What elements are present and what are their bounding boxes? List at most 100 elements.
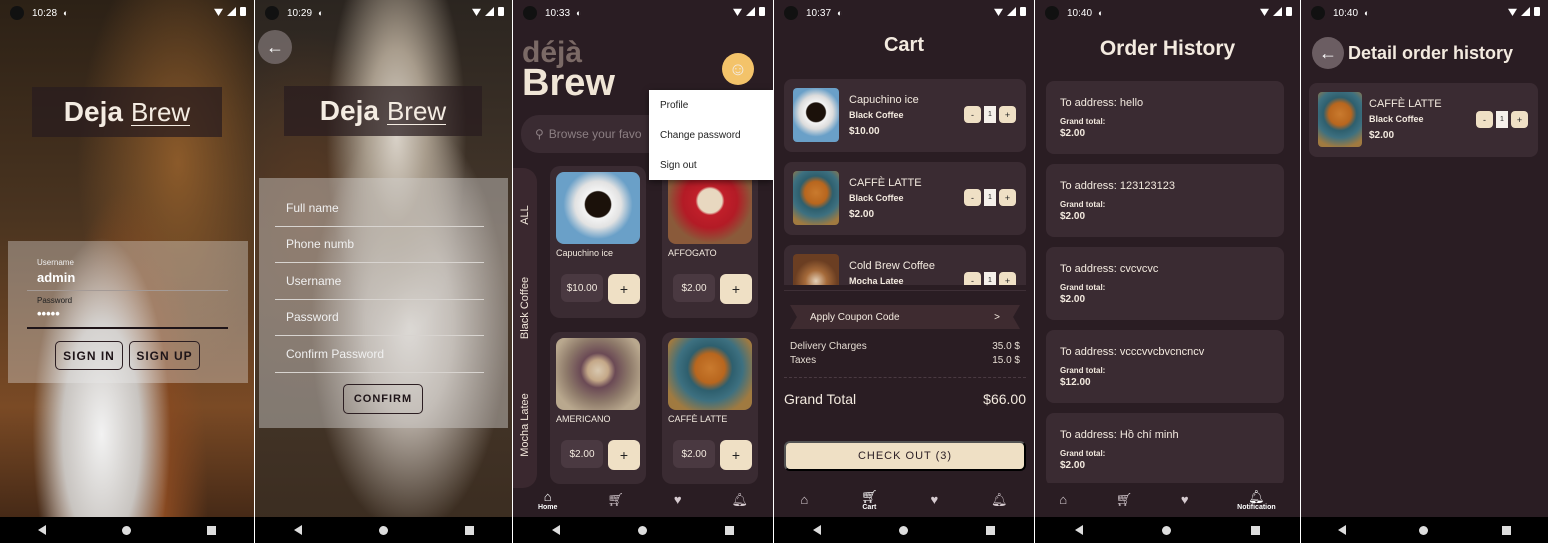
order-card[interactable]: To address: 123123123 Grand total: $2.00 (1046, 164, 1284, 237)
order-card[interactable]: To address: Hồ chí minh Grand total: $2.00 (1046, 413, 1284, 486)
nav-notifications[interactable]: 🔔︎ (991, 493, 1008, 507)
status-bar: 10:40 ◐ (1301, 0, 1548, 26)
system-home-icon[interactable] (638, 525, 647, 535)
add-to-cart-button[interactable]: + (720, 274, 752, 304)
system-recents-icon[interactable] (1251, 525, 1261, 535)
brand-brew: Brew (386, 95, 447, 126)
back-button[interactable]: ← (1312, 37, 1344, 69)
system-home-icon[interactable] (122, 525, 131, 535)
increase-button[interactable]: + (1511, 111, 1528, 128)
nav-home[interactable]: ⌂ (1059, 493, 1067, 507)
decrease-button[interactable]: - (964, 272, 981, 285)
menu-item-sign-out[interactable]: Sign out (649, 150, 773, 180)
system-back-icon[interactable] (38, 525, 46, 535)
quantity-value: 1 (984, 189, 996, 206)
order-card[interactable]: To address: hello Grand total: $2.00 (1046, 81, 1284, 154)
system-home-icon[interactable] (1419, 525, 1429, 535)
order-card[interactable]: To address: cvcvcvc Grand total: $2.00 (1046, 247, 1284, 320)
menu-item-profile[interactable]: Profile (649, 90, 773, 120)
system-back-icon[interactable] (552, 525, 560, 535)
quantity-stepper: -1 + (964, 106, 1016, 123)
increase-button[interactable]: + (999, 106, 1016, 123)
decrease-button[interactable]: - (964, 106, 981, 123)
checkout-button[interactable]: CHECK OUT (3) (784, 441, 1026, 471)
system-back-icon[interactable] (1337, 525, 1346, 535)
category-tab-black-coffee[interactable]: Black Coffee (513, 270, 537, 345)
product-card[interactable]: CAFFÈ LATTE $2.00 + (662, 332, 758, 484)
signup-screen: 10:29 ◐ ← Deja Brew Full name Phone numb … (255, 0, 512, 543)
full-name-field[interactable]: Full name (275, 191, 484, 227)
decrease-button[interactable]: - (964, 189, 981, 206)
nav-label: Notification (1237, 503, 1276, 511)
nav-home[interactable]: ⌂ Home (538, 489, 557, 511)
divider (784, 377, 1026, 378)
nav-favorites[interactable]: ♥ (1181, 493, 1189, 507)
capuchino-ice-image (793, 88, 839, 142)
nav-notifications[interactable]: 🔔︎ (731, 493, 748, 507)
system-back-icon[interactable] (1074, 525, 1083, 535)
search-icon: ⚲ (535, 127, 544, 141)
product-card[interactable]: AMERICANO $2.00 + (550, 332, 646, 484)
nav-favorites[interactable]: ♥ (674, 493, 682, 507)
category-tab-all[interactable]: ALL (513, 195, 537, 235)
system-nav-bar (0, 517, 254, 543)
system-home-icon[interactable] (1162, 525, 1172, 535)
taxes-row: Taxes 15.0 $ (790, 355, 1020, 366)
avatar[interactable]: ☺ (722, 53, 754, 85)
taxes-value: 15.0 $ (992, 355, 1020, 366)
cart-item: Capuchino ice Black Coffee $10.00 -1 + (784, 79, 1026, 152)
confirm-password-field[interactable]: Confirm Password (275, 337, 484, 373)
menu-item-change-password[interactable]: Change password (649, 120, 773, 150)
system-recents-icon[interactable] (725, 525, 734, 535)
order-address: To address: vcccvvcbvcncncv (1060, 346, 1205, 358)
back-button[interactable]: ← (258, 30, 292, 64)
password-field[interactable]: Password (275, 300, 484, 336)
system-nav-bar (1035, 517, 1300, 543)
status-bar: 10:29 ◐ (255, 0, 512, 26)
system-back-icon[interactable] (813, 525, 821, 535)
system-nav-bar (774, 517, 1034, 543)
apply-coupon-button[interactable]: Apply Coupon Code > (790, 305, 1020, 329)
order-history-screen: 10:40 ◐ Order History To address: hello Gr… (1035, 0, 1300, 543)
status-time: 10:37 (806, 7, 832, 19)
system-back-icon[interactable] (293, 525, 302, 535)
increase-button[interactable]: + (999, 189, 1016, 206)
add-to-cart-button[interactable]: + (720, 440, 752, 470)
username-field[interactable]: Username (275, 264, 484, 300)
confirm-button[interactable]: CONFIRM (343, 384, 423, 414)
add-to-cart-button[interactable]: + (608, 440, 640, 470)
nav-cart[interactable]: 🛒︎ (607, 493, 624, 507)
product-card[interactable]: AFFOGATO $2.00 + (662, 166, 758, 318)
system-home-icon[interactable] (899, 525, 908, 535)
system-recents-icon[interactable] (986, 525, 995, 535)
system-recents-icon[interactable] (207, 525, 216, 535)
decrease-button[interactable]: - (1476, 111, 1493, 128)
phone-number-field[interactable]: Phone numb (275, 227, 484, 263)
order-card[interactable]: To address: vcccvvcbvcncncv Grand total: $… (1046, 330, 1284, 403)
grand-total-value: $12.00 (1060, 377, 1091, 388)
item-name: Capuchino ice (849, 94, 919, 106)
add-to-cart-button[interactable]: + (608, 274, 640, 304)
system-nav-bar (255, 517, 512, 543)
category-tab-mocha-latee[interactable]: Mocha Latee (513, 390, 537, 460)
product-price: $2.00 (561, 440, 603, 468)
password-input[interactable]: ••••• (37, 306, 60, 321)
product-card[interactable]: Capuchino ice $10.00 + (550, 166, 646, 318)
caffe-latte-image (668, 338, 752, 410)
username-input[interactable]: admin (37, 270, 75, 285)
username-label: Username (37, 258, 74, 267)
nav-home[interactable]: ⌂ (800, 493, 808, 507)
system-recents-icon[interactable] (464, 525, 474, 535)
sign-in-button[interactable]: SIGN IN (55, 341, 123, 370)
status-bar: 10:40 ◐ (1035, 0, 1300, 26)
increase-button[interactable]: + (999, 272, 1016, 285)
nav-favorites[interactable]: ♥ (930, 493, 938, 507)
system-home-icon[interactable] (378, 525, 388, 535)
nav-label: Cart (862, 503, 877, 511)
sign-up-button[interactable]: SIGN UP (129, 341, 200, 370)
system-recents-icon[interactable] (1502, 525, 1512, 535)
nav-cart[interactable]: 🛒︎ Cart (861, 489, 878, 511)
nav-notifications[interactable]: 🔔︎ Notification (1237, 489, 1276, 511)
nav-cart[interactable]: 🛒︎ (1116, 493, 1133, 507)
cart-icon: 🛒︎ (607, 492, 624, 507)
